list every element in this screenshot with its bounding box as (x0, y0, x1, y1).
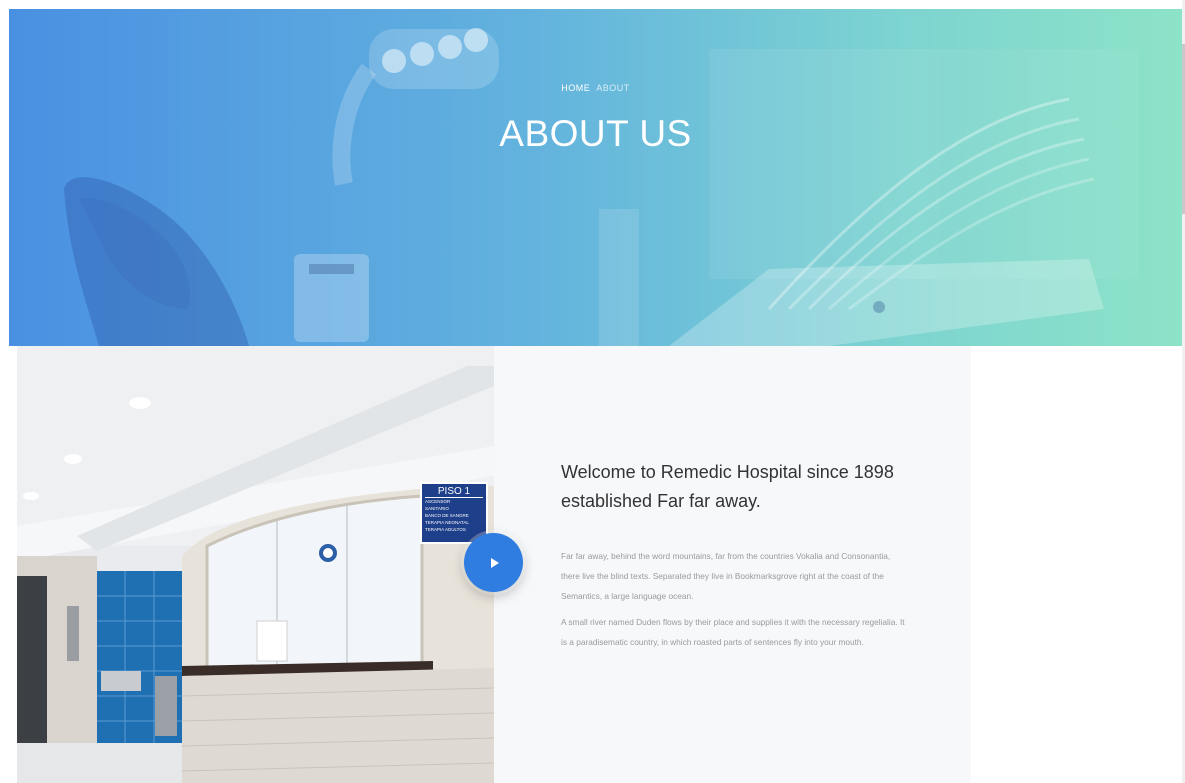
play-icon (491, 557, 499, 568)
floor-directory-sign: PISO 1 ASCENSOR SANITARIO BANCO DE SANGR… (420, 482, 488, 544)
about-heading: Welcome to Remedic Hospital since 1898 e… (561, 462, 894, 511)
about-paragraph-1: Far far away, behind the word mountains,… (561, 551, 891, 601)
reception-illustration (17, 346, 494, 783)
sign-item: TERAPIA NEONATAL (425, 520, 469, 525)
page-title: ABOUT US (499, 113, 692, 154)
breadcrumb-home-link[interactable]: HOME (561, 83, 590, 93)
hero-background-image (64, 28, 1139, 346)
sign-title: PISO 1 (425, 486, 483, 498)
about-content-panel: Welcome to Remedic Hospital since 1898 e… (494, 346, 971, 783)
sign-item: BANCO DE SANGRE (425, 513, 469, 518)
sign-item: ASCENSOR (425, 499, 451, 504)
breadcrumb-current: ABOUT (596, 83, 630, 93)
hero-banner: HOME ABOUT ABOUT US (9, 9, 1182, 346)
breadcrumb: HOME ABOUT (9, 83, 1182, 93)
sign-item: SANITARIO (425, 506, 449, 511)
hospital-reception-image: PISO 1 ASCENSOR SANITARIO BANCO DE SANGR… (17, 346, 494, 783)
sign-item: TERAPIA ADULTOS (425, 527, 466, 532)
video-play-button[interactable] (464, 533, 523, 592)
about-paragraph-2: A small river named Duden flows by their… (561, 617, 905, 647)
